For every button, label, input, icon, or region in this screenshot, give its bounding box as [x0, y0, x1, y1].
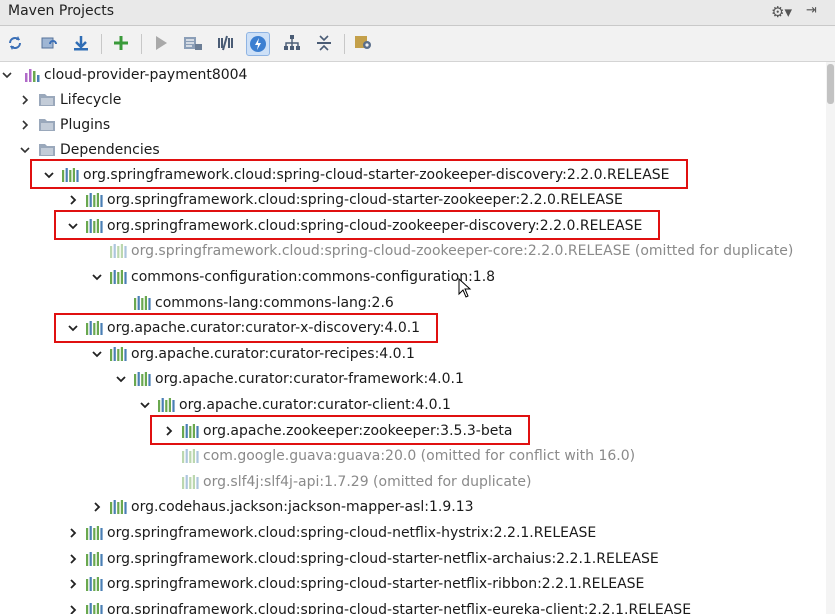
maven-module-icon — [24, 67, 40, 83]
gear-icon[interactable]: ⚙▾ — [771, 3, 792, 21]
folder-icon — [38, 92, 56, 107]
library-icon — [110, 244, 127, 259]
tree-row-label: Lifecycle — [60, 91, 122, 108]
library-icon — [86, 577, 103, 592]
library-icon — [182, 474, 199, 489]
dependency-label: org.springframework.cloud:spring-cloud-s… — [107, 192, 623, 209]
scrollbar-thumb[interactable] — [827, 64, 834, 104]
dependency-label: org.apache.curator:curator-framework:4.0… — [155, 371, 464, 388]
highlight-box — [30, 159, 688, 189]
dependency-label: commons-configuration:commons-configurat… — [131, 268, 496, 285]
chevron-down-icon[interactable] — [18, 143, 32, 157]
toggle-offline-icon[interactable] — [214, 32, 236, 54]
collapse-all-icon[interactable] — [313, 32, 335, 54]
dependency-row[interactable]: org.apache.curator:curator-client:4.0.1 — [138, 392, 451, 417]
chevron-right-icon[interactable] — [18, 118, 32, 132]
dependency-label: org.springframework.cloud:spring-cloud-z… — [131, 243, 794, 260]
library-icon — [86, 551, 103, 566]
library-icon — [110, 500, 127, 515]
dependency-label: org.springframework.cloud:spring-cloud-s… — [107, 550, 659, 567]
tree-row-root[interactable]: cloud-provider-payment8004 — [0, 62, 247, 87]
dependency-label: org.springframework.cloud:spring-cloud-s… — [107, 601, 692, 614]
chevron-down-icon[interactable] — [0, 68, 14, 82]
library-icon — [134, 295, 151, 310]
dependency-row[interactable]: com.google.guava:guava:20.0 (omitted for… — [162, 444, 635, 469]
highlight-box — [150, 415, 530, 445]
dependency-row[interactable]: org.springframework.cloud:spring-cloud-s… — [66, 572, 644, 597]
library-icon — [86, 193, 103, 208]
vertical-scrollbar[interactable] — [826, 62, 835, 614]
settings-icon[interactable] — [353, 32, 375, 54]
chevron-right-icon[interactable] — [66, 193, 80, 207]
chevron-down-icon[interactable] — [138, 398, 152, 412]
chevron-down-icon[interactable] — [114, 372, 128, 386]
dependency-label: org.apache.curator:curator-recipes:4.0.1 — [131, 345, 415, 362]
tool-window-header: Maven Projects ⚙▾ ⇥ — [0, 0, 835, 26]
hide-panel-icon[interactable]: ⇥ — [806, 3, 817, 18]
dependency-label: org.codehaus.jackson:jackson-mapper-asl:… — [131, 499, 474, 516]
dependency-label: org.apache.curator:curator-client:4.0.1 — [179, 396, 451, 413]
dependency-row[interactable]: org.springframework.cloud:spring-cloud-s… — [66, 188, 623, 213]
dependency-row[interactable]: org.springframework.cloud:spring-cloud-s… — [66, 597, 691, 614]
execute-goal-icon[interactable] — [182, 32, 204, 54]
tree-row-plugins[interactable]: Plugins — [18, 112, 110, 137]
chevron-right-icon[interactable] — [66, 526, 80, 540]
chevron-right-icon[interactable] — [66, 603, 80, 614]
generate-sources-icon[interactable] — [38, 32, 60, 54]
highlight-box — [54, 312, 438, 343]
library-icon — [134, 372, 151, 387]
dependency-row[interactable]: org.springframework.cloud:spring-cloud-s… — [66, 546, 659, 571]
library-icon — [110, 346, 127, 361]
dependency-label: commons-lang:commons-lang:2.6 — [155, 294, 394, 311]
add-icon[interactable] — [110, 32, 132, 54]
dependency-row[interactable]: org.springframework.cloud:spring-cloud-z… — [90, 239, 793, 264]
toolbar-separator — [141, 34, 142, 54]
tree-row-label: cloud-provider-payment8004 — [44, 66, 248, 83]
run-icon[interactable] — [150, 32, 172, 54]
tool-window-title: Maven Projects — [8, 3, 115, 19]
chevron-right-icon[interactable] — [90, 500, 104, 514]
chevron-down-icon[interactable] — [90, 347, 104, 361]
library-icon — [182, 449, 199, 464]
dependency-label: org.springframework.cloud:spring-cloud-s… — [107, 576, 645, 593]
reimport-icon[interactable] — [4, 32, 26, 54]
dependency-label: org.slf4j:slf4j-api:1.7.29 (omitted for … — [203, 473, 532, 490]
dependency-row[interactable]: org.springframework.cloud:spring-cloud-n… — [66, 520, 596, 545]
highlight-box — [54, 210, 660, 241]
tree-row-label: Dependencies — [60, 141, 160, 158]
library-icon — [86, 525, 103, 540]
dependency-row[interactable]: org.apache.curator:curator-framework:4.0… — [114, 367, 464, 392]
tree-row-lifecycle[interactable]: Lifecycle — [18, 87, 121, 112]
chevron-down-icon[interactable] — [90, 270, 104, 284]
folder-icon — [38, 117, 56, 132]
library-icon — [110, 269, 127, 284]
leaf-spacer — [114, 296, 128, 310]
folder-icon — [38, 142, 56, 157]
toolbar-separator — [101, 34, 102, 54]
show-dependencies-icon[interactable] — [281, 32, 303, 54]
tree-row-label: Plugins — [60, 116, 111, 133]
leaf-spacer — [90, 244, 104, 258]
library-icon — [86, 602, 103, 614]
chevron-right-icon[interactable] — [66, 577, 80, 591]
leaf-spacer — [162, 449, 176, 463]
chevron-right-icon[interactable] — [66, 552, 80, 566]
dependency-label: com.google.guava:guava:20.0 (omitted for… — [203, 448, 636, 465]
maven-toolbar — [0, 26, 835, 62]
dependency-row[interactable]: org.codehaus.jackson:jackson-mapper-asl:… — [90, 495, 474, 520]
skip-tests-icon[interactable] — [246, 32, 270, 56]
toolbar-separator — [344, 34, 345, 54]
mouse-cursor-icon — [458, 277, 472, 302]
dependency-row[interactable]: org.apache.curator:curator-recipes:4.0.1 — [90, 341, 415, 366]
chevron-right-icon[interactable] — [18, 93, 32, 107]
dependency-row[interactable]: commons-lang:commons-lang:2.6 — [114, 290, 394, 315]
dependency-label: org.springframework.cloud:spring-cloud-n… — [107, 524, 597, 541]
dependency-row[interactable]: org.slf4j:slf4j-api:1.7.29 (omitted for … — [162, 469, 532, 494]
leaf-spacer — [162, 475, 176, 489]
dependency-row[interactable]: commons-configuration:commons-configurat… — [90, 264, 495, 289]
download-icon[interactable] — [70, 32, 92, 54]
library-icon — [158, 397, 175, 412]
maven-projects-tree: cloud-provider-payment8004 Lifecycle Plu… — [0, 62, 826, 614]
